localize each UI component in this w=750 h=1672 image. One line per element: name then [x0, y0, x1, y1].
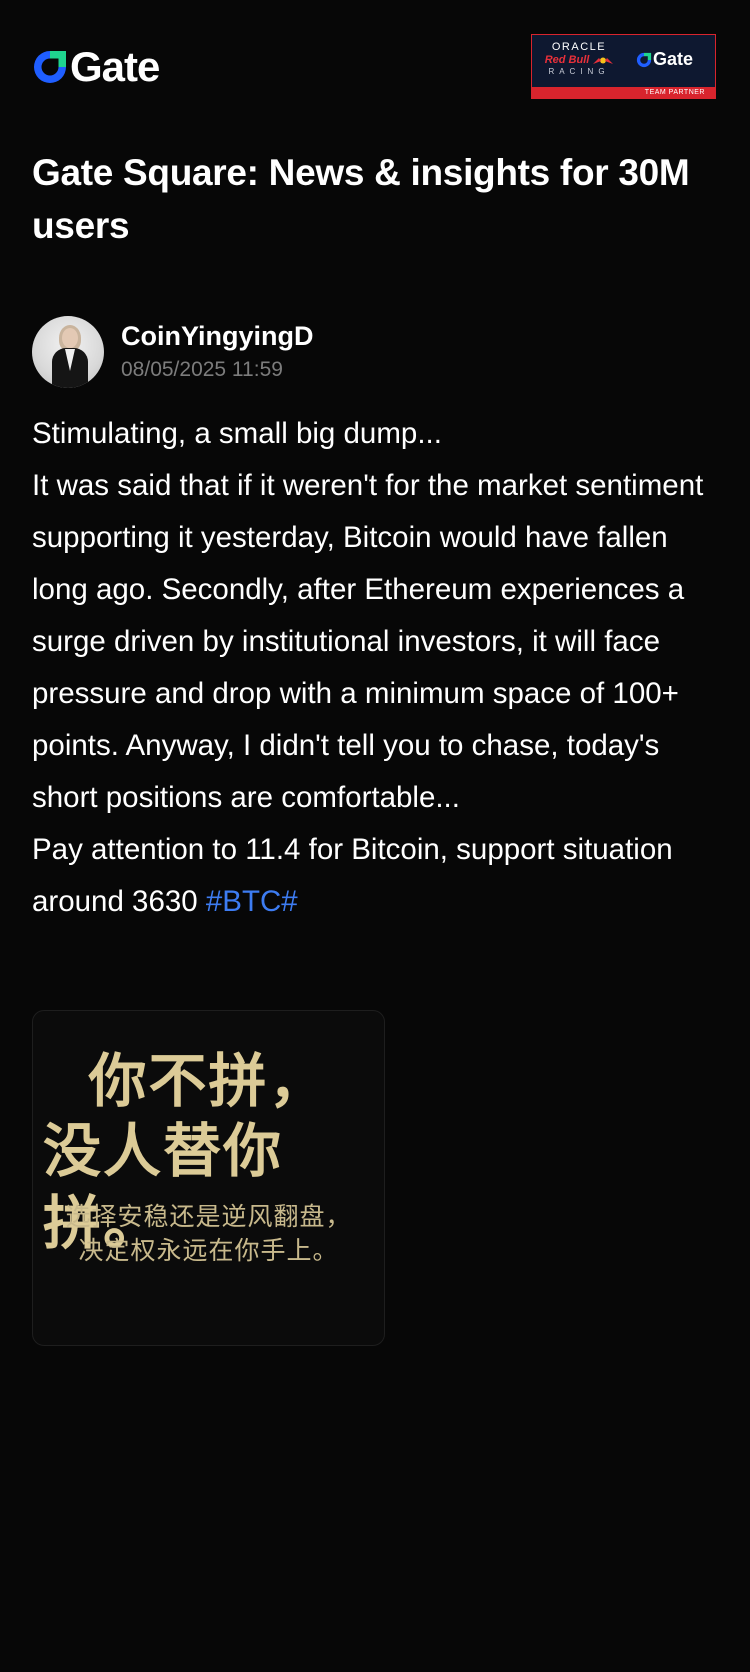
gate-logo-icon: [636, 52, 652, 67]
author-name[interactable]: CoinYingyingD: [121, 319, 313, 353]
redbull-row: Red Bull: [538, 53, 620, 67]
partner-gate-text: Gate: [653, 49, 694, 69]
gate-logo-icon: [34, 51, 66, 83]
redbull-text: Red Bull: [544, 54, 590, 66]
avatar[interactable]: [32, 316, 104, 388]
image-text-line-4: 决定权永远在你手上。: [78, 1236, 339, 1265]
post-text: Stimulating, a small big dump... It was …: [32, 417, 704, 918]
header: Gate ORACLE Red Bull RACING Gate TEAM PA…: [32, 34, 716, 102]
partner-strip: TEAM PARTNER: [532, 87, 715, 98]
post-author[interactable]: CoinYingyingD 08/05/2025 11:59: [32, 316, 313, 388]
hashtag-link[interactable]: #BTC#: [206, 885, 298, 918]
logo-text: Gate: [70, 43, 160, 90]
gate-logo[interactable]: Gate: [32, 43, 160, 90]
post-timestamp: 08/05/2025 11:59: [121, 358, 283, 381]
partner-badge: ORACLE Red Bull RACING Gate TEAM PARTNER: [531, 34, 716, 99]
racing-text: RACING: [548, 67, 610, 76]
avatar-head: [62, 328, 78, 348]
page-title: Gate Square: News & insights for 30M use…: [32, 152, 690, 246]
image-text-line-1: 你不拼，: [88, 1047, 329, 1115]
oracle-text: ORACLE: [551, 41, 607, 53]
partner-gate-logo: Gate: [636, 49, 693, 70]
redbull-racing-logo: ORACLE Red Bull RACING: [538, 41, 620, 81]
bull-icon: [593, 57, 614, 64]
image-text-line-3: 选择安稳还是逆风翻盘，: [65, 1202, 352, 1231]
post-body: Stimulating, a small big dump... It was …: [32, 408, 722, 928]
author-info: CoinYingyingD 08/05/2025 11:59: [121, 319, 313, 385]
post-image[interactable]: 你不拼， 没人替你拼。 选择安稳还是逆风翻盘， 决定权永远在你手上。: [32, 1010, 385, 1346]
team-partner-label: TEAM PARTNER: [644, 89, 705, 96]
